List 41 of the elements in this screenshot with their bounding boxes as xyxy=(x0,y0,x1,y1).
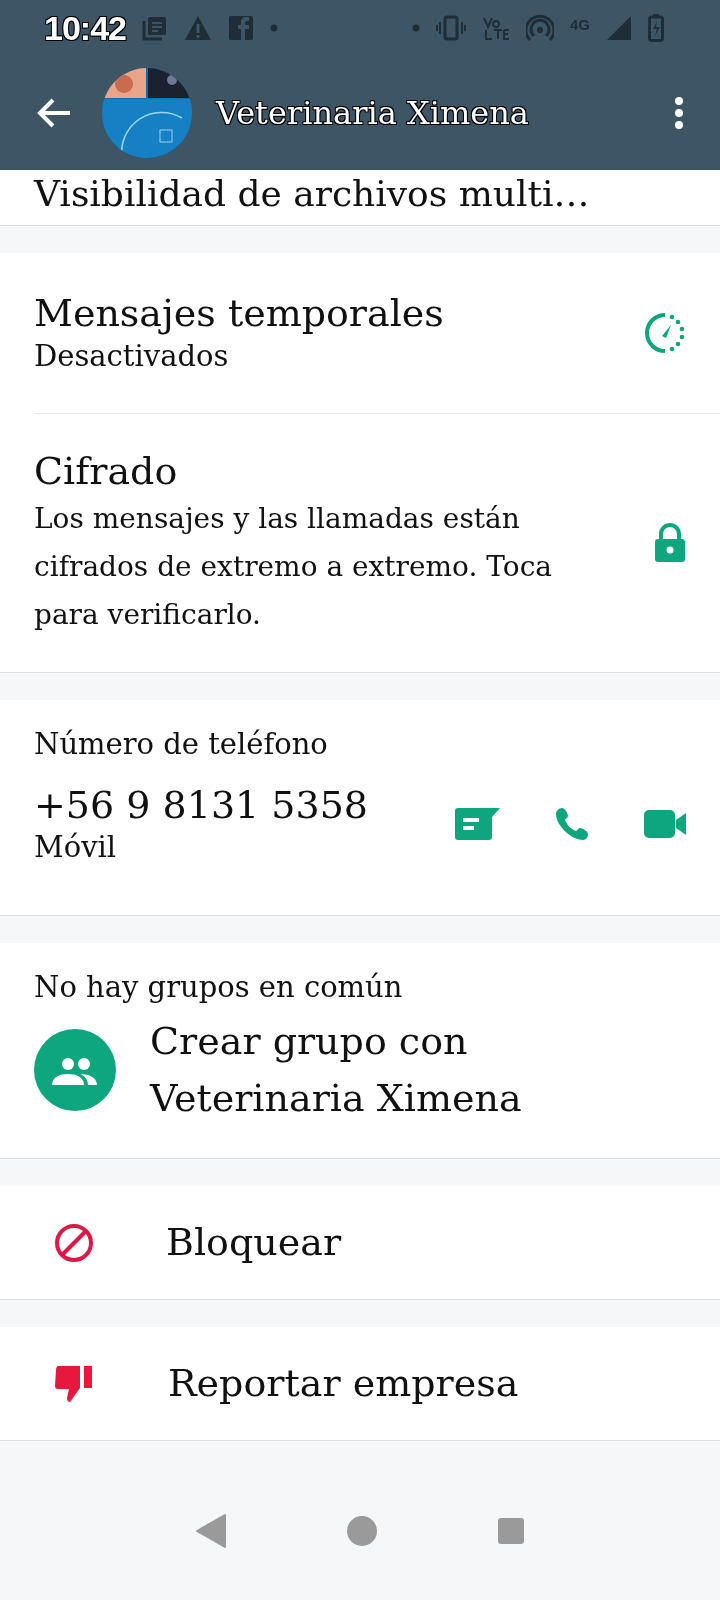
video-call-icon[interactable] xyxy=(644,810,686,839)
action-row[interactable]: Bloquear xyxy=(0,1186,720,1300)
recents-nav-icon[interactable] xyxy=(497,1517,525,1545)
volte-icon xyxy=(482,15,510,41)
phone-type: Móvil xyxy=(34,829,118,867)
lock-icon xyxy=(654,523,686,563)
battery-icon xyxy=(648,14,664,42)
setting-title: Mensajes temporales xyxy=(34,290,445,338)
warning-icon xyxy=(183,15,212,41)
status-time: 10:42 xyxy=(44,7,126,49)
contact-name: Veterinaria Ximena xyxy=(216,93,530,134)
action-label: Bloquear xyxy=(166,1218,342,1266)
phone-icon[interactable] xyxy=(554,806,590,843)
create-group-label: Crear grupo con Veterinaria Ximena xyxy=(150,1017,523,1122)
app-notification-icon xyxy=(227,15,254,41)
settings-row[interactable]: Cifrado Los mensajes y las llamadas están cifrados de extremo a extremo. Toca para verificarlo. xyxy=(0,414,720,672)
back-nav-icon[interactable] xyxy=(195,1514,227,1548)
section-label: Número de teléfono xyxy=(34,726,329,763)
message-icon[interactable] xyxy=(454,807,500,842)
signal-icon xyxy=(606,15,632,41)
settings-row[interactable]: Mensajes temporales Desactivados xyxy=(0,253,720,413)
action-label: Reportar empresa xyxy=(168,1359,519,1407)
dot-icon xyxy=(269,24,278,32)
back-arrow-icon[interactable] xyxy=(36,97,72,129)
action-row[interactable]: Reportar empresa xyxy=(0,1327,720,1441)
hotspot-icon xyxy=(526,14,554,42)
setting-description: Los mensajes y las llamadas están cifrados de extremo a extremo. Toca para verificarlo. xyxy=(34,501,553,633)
section-label: No hay grupos en común xyxy=(34,969,404,1006)
setting-title: Cifrado xyxy=(34,447,179,495)
create-group-row[interactable]: Crear grupo con Veterinaria Ximena xyxy=(34,1012,686,1127)
more-options-icon[interactable] xyxy=(674,96,684,130)
home-nav-icon[interactable] xyxy=(347,1516,377,1546)
block-icon xyxy=(54,1222,94,1263)
vibrate-icon xyxy=(436,15,466,41)
dot-icon xyxy=(412,24,420,32)
timer-icon xyxy=(644,312,686,354)
group-icon xyxy=(34,1028,116,1111)
notification-icon xyxy=(141,15,168,41)
setting-title: Visibilidad de archivos multi… xyxy=(32,172,591,216)
setting-value: Desactivados xyxy=(34,337,230,375)
phone-number: +56 9 8131 5358 xyxy=(34,781,370,829)
